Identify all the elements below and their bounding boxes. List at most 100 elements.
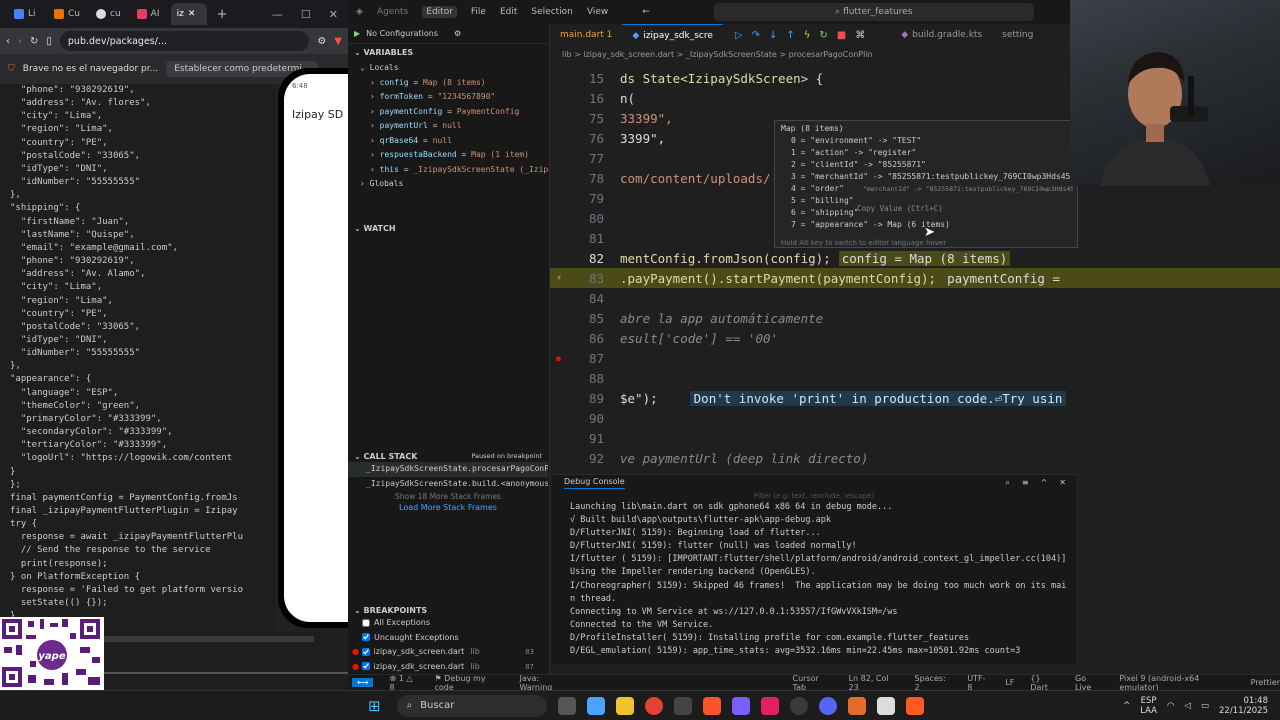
java-status[interactable]: Java: Warning xyxy=(519,674,571,692)
tab-izipay-sdk-screen[interactable]: ◆ izipay_sdk_scre xyxy=(622,24,723,46)
prettier-status[interactable]: Prettier xyxy=(1251,678,1280,687)
close-window-icon[interactable]: ✕ xyxy=(329,8,338,21)
bookmark-icon[interactable]: ▯ xyxy=(46,36,52,47)
console-tab[interactable]: Debug Console xyxy=(564,477,625,489)
code-line[interactable]: 16 n( xyxy=(550,88,635,108)
code-line[interactable]: 78 com/content/uploads/ xyxy=(550,168,771,188)
variable-row[interactable]: › qrBase64 = null xyxy=(348,134,549,149)
language-indicator[interactable]: ESP LAA xyxy=(1140,696,1157,716)
breakpoint-row[interactable]: ● izipay_sdk_screen.dart lib 83 xyxy=(348,645,548,660)
language-mode[interactable]: {} Dart xyxy=(1030,674,1059,692)
filter-icon[interactable]: ⌕ xyxy=(1005,478,1009,488)
task-view-icon[interactable] xyxy=(557,696,576,715)
indentation[interactable]: Spaces: 2 xyxy=(915,674,952,692)
breakpoint-row[interactable]: ● izipay_sdk_screen.dart lib 87 xyxy=(348,660,548,675)
menu-edit[interactable]: Edit xyxy=(500,7,517,17)
go-live[interactable]: Go Live xyxy=(1075,674,1103,692)
expand-chevron-icon[interactable]: › xyxy=(370,150,380,159)
browser-tab-active[interactable]: iz ✕ xyxy=(170,3,207,25)
app-taskbar-icon[interactable] xyxy=(789,696,808,715)
cursor-position[interactable]: Ln 82, Col 23 xyxy=(849,674,899,692)
device-selector[interactable]: Pixel 9 (android-x64 emulator) xyxy=(1119,674,1234,692)
run-icon[interactable]: ▶ xyxy=(354,29,360,38)
breakpoint-checkbox[interactable] xyxy=(362,633,370,641)
close-tab-icon[interactable]: ✕ xyxy=(188,9,196,19)
clock[interactable]: 01:48 22/11/2025 xyxy=(1219,696,1268,716)
close-panel-icon[interactable]: ✕ xyxy=(1059,478,1066,488)
code-line[interactable]: 15 ds State<IzipaySdkScreen> { xyxy=(550,68,823,88)
back-icon[interactable]: ‹ xyxy=(6,36,10,47)
expand-chevron-icon[interactable]: › xyxy=(370,121,380,130)
load-more-frames-link[interactable]: Load More Stack Frames xyxy=(348,502,548,514)
step-over-icon[interactable]: ↷ xyxy=(752,30,760,41)
menu-file[interactable]: File xyxy=(471,7,486,17)
breakpoint-checkbox[interactable] xyxy=(362,618,370,627)
gear-icon[interactable]: ⚙ xyxy=(454,29,461,38)
variable-row[interactable]: › config = Map (8 items) xyxy=(348,76,549,91)
code-line[interactable]: 89 $e"); Don't invoke 'print' in productio… xyxy=(550,388,1067,408)
browser-tab[interactable]: Cu xyxy=(48,3,86,25)
variable-row[interactable]: › respuestaBackend = Map (1 item) xyxy=(348,148,549,163)
restart-icon[interactable]: ↻ xyxy=(819,30,827,41)
line-ending[interactable]: LF xyxy=(1005,678,1014,687)
locals-scope[interactable]: ⌄ Locals xyxy=(348,61,549,76)
expand-chevron-icon[interactable]: › xyxy=(370,165,380,174)
hover-item[interactable]: 3 = "merchantId" -> "85255871:testpublic… xyxy=(781,171,1071,183)
nav-back-icon[interactable]: ← xyxy=(642,7,650,17)
code-line[interactable]: 76 3399", xyxy=(550,128,665,148)
menu-agents[interactable]: Agents xyxy=(377,7,408,17)
code-line[interactable]: 91 xyxy=(550,428,620,448)
code-line[interactable]: 75 33399", xyxy=(550,108,673,128)
maximize-panel-icon[interactable]: ^ xyxy=(1041,478,1048,488)
lightbulb-icon[interactable]: ⚡ xyxy=(556,273,562,284)
cursor-tab[interactable]: Cursor Tab xyxy=(793,674,833,692)
chrome-icon[interactable] xyxy=(644,696,663,715)
variable-row[interactable]: › this = _IzipaySdkScreenState (_Izipa..… xyxy=(348,163,549,178)
menu-selection[interactable]: Selection xyxy=(531,7,572,17)
volume-icon[interactable]: ◁ xyxy=(1184,701,1191,711)
variable-row[interactable]: › paymentUrl = null xyxy=(348,119,549,134)
watch-header[interactable]: ⌄ WATCH xyxy=(348,220,549,237)
hover-item[interactable]: 0 = "environment" -> "TEST" xyxy=(781,135,1071,147)
browser-tab[interactable]: AI xyxy=(131,3,167,25)
tab-settings[interactable]: setting xyxy=(992,24,1043,46)
browser-tab[interactable]: cu xyxy=(90,3,127,25)
step-into-icon[interactable]: ↓ xyxy=(769,30,777,41)
code-line[interactable]: 80 xyxy=(550,208,620,228)
hover-item[interactable]: 2 = "clientId" -> "85255871" xyxy=(781,159,1071,171)
breakpoint-dot-icon[interactable]: ● xyxy=(556,354,561,363)
browser-tab[interactable]: Li xyxy=(8,3,44,25)
step-out-icon[interactable]: ↑ xyxy=(786,30,794,41)
app-taskbar-icon[interactable] xyxy=(731,696,750,715)
code-line[interactable]: 85 abre la app automáticamente xyxy=(550,308,823,328)
address-bar[interactable]: pub.dev/packages/... xyxy=(59,31,310,51)
hover-item[interactable]: 1 = "action" -> "register" xyxy=(781,147,1071,159)
code-line[interactable]: 86 esult['code'] == '00' xyxy=(550,328,778,348)
continue-icon[interactable]: ▷ xyxy=(735,30,743,41)
tab-main-dart[interactable]: main.dart 1 xyxy=(550,24,622,46)
tab-build-gradle[interactable]: ◆ build.gradle.kts xyxy=(891,24,992,46)
windows-start-icon[interactable]: ⊞ xyxy=(368,697,381,715)
variable-row[interactable]: › paymentConfig = PaymentConfig xyxy=(348,105,549,120)
show-more-frames[interactable]: Show 18 More Stack Frames xyxy=(348,491,548,502)
code-line[interactable]: 79 xyxy=(550,188,620,208)
expand-chevron-icon[interactable]: › xyxy=(370,107,380,116)
file-explorer-icon[interactable] xyxy=(615,696,634,715)
remote-icon[interactable]: ⟷ xyxy=(352,678,374,687)
app-taskbar-icon[interactable] xyxy=(905,696,924,715)
extensions-icon[interactable]: ⚙ xyxy=(317,36,326,47)
breakpoint-row[interactable]: All Exceptions xyxy=(348,616,548,631)
variables-header[interactable]: ⌄ VARIABLES xyxy=(348,44,549,61)
variable-row[interactable]: › formToken = "1234567890" xyxy=(348,90,549,105)
console-filter-input[interactable]: Filter (e.g. text, !exclude, \escape) xyxy=(552,491,1076,501)
app-taskbar-icon[interactable] xyxy=(760,696,779,715)
copilot-icon[interactable] xyxy=(586,696,605,715)
brave-taskbar-icon[interactable] xyxy=(702,696,721,715)
code-line[interactable]: 90 xyxy=(550,408,620,428)
code-line[interactable]: 82 mentConfig.fromJson(config); config = M… xyxy=(550,248,1011,268)
expand-chevron-icon[interactable]: › xyxy=(370,136,380,145)
wifi-icon[interactable]: ◠ xyxy=(1167,701,1174,711)
debug-my-code[interactable]: ⚑ Debug my code xyxy=(434,674,503,692)
code-line[interactable]: 77 xyxy=(550,148,620,168)
code-line[interactable]: ⚡ 83 .payPayment().startPayment(paymentCon… xyxy=(550,268,1280,288)
